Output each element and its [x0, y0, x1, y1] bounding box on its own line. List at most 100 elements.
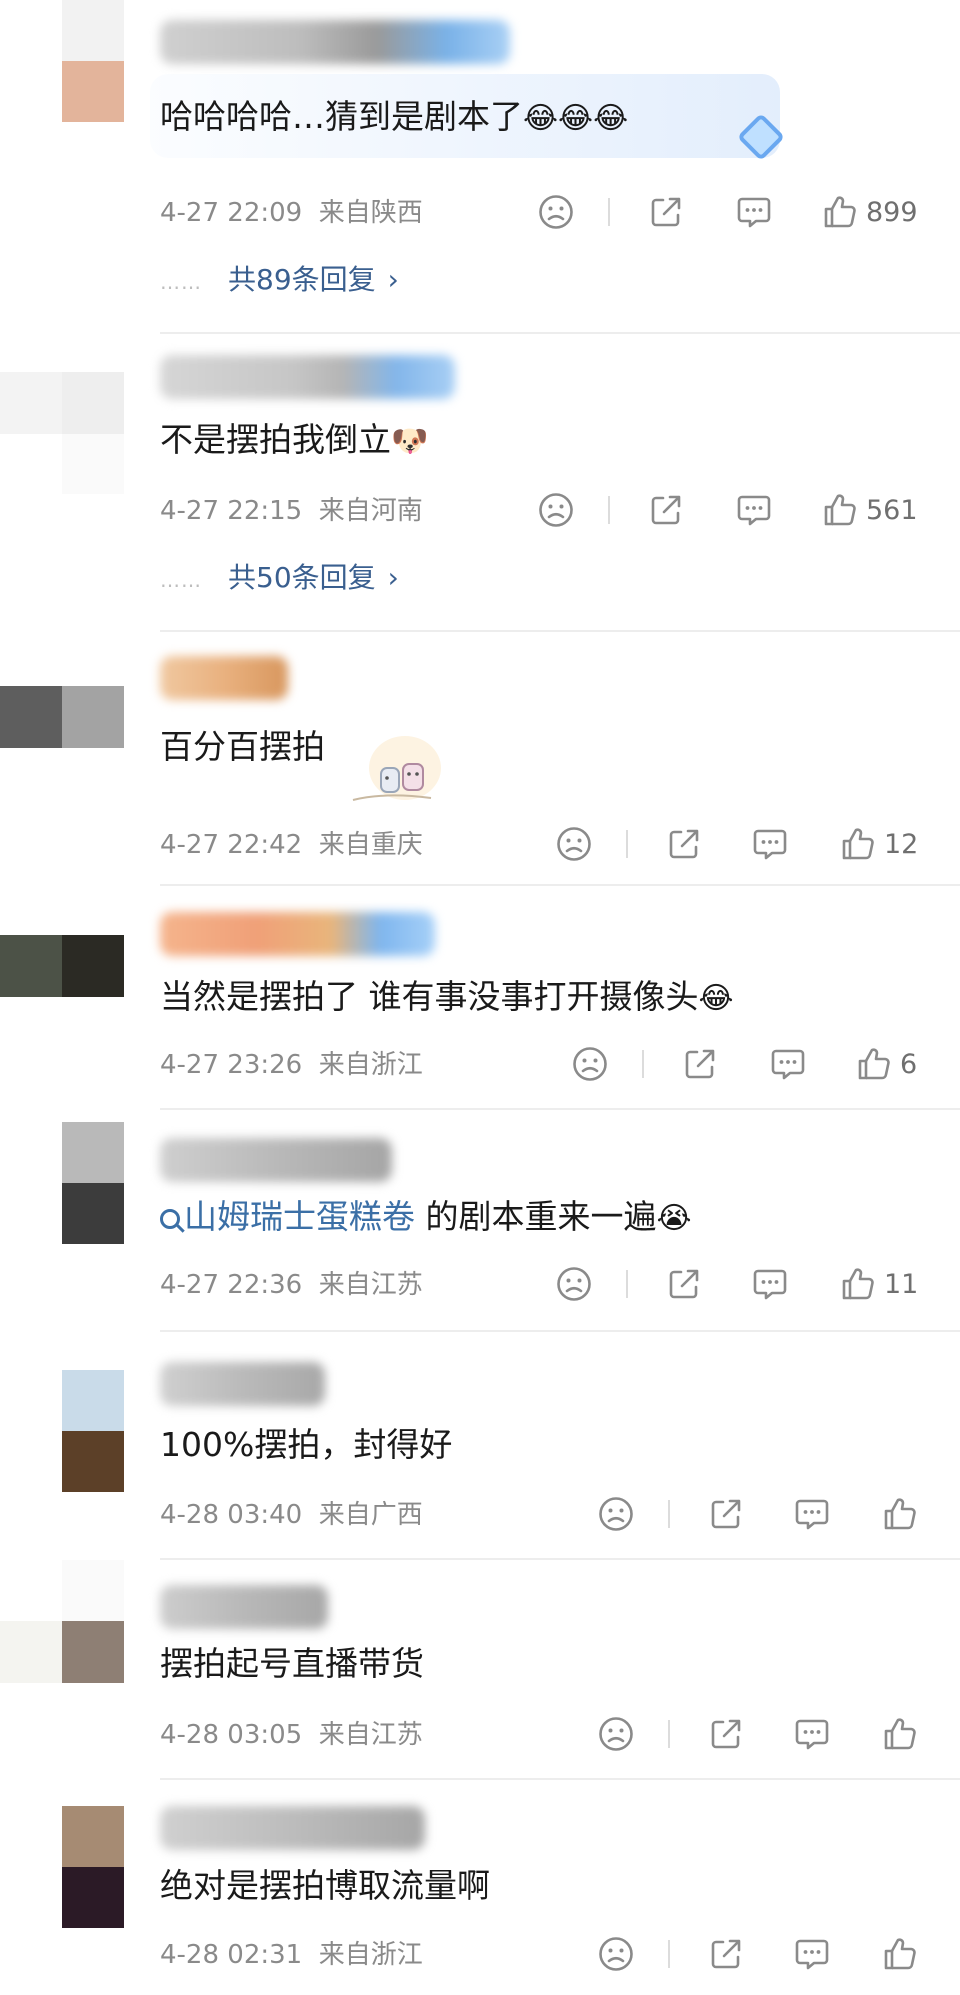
- comment-actions: 6: [0, 1044, 960, 1084]
- chevron-right-icon: ›: [387, 561, 399, 594]
- comment-bubble-icon: [736, 492, 772, 528]
- divider: [160, 630, 960, 632]
- comment-button[interactable]: [770, 1044, 806, 1084]
- username-blurred[interactable]: [160, 656, 288, 700]
- username-blurred[interactable]: [160, 912, 435, 956]
- replies-dots: ……: [160, 568, 202, 592]
- avatar[interactable]: [62, 1806, 124, 1928]
- username-blurred[interactable]: [160, 20, 510, 64]
- share-icon: [708, 1936, 744, 1972]
- crying-emoji: 😭: [656, 1201, 692, 1236]
- share-icon: [708, 1496, 744, 1532]
- thumbs-up-icon: [882, 1496, 918, 1532]
- like-button[interactable]: 899: [822, 192, 918, 232]
- share-button[interactable]: [666, 824, 702, 864]
- avatar[interactable]: [62, 1370, 124, 1492]
- comment-button[interactable]: [736, 192, 772, 232]
- action-divider: [668, 1940, 670, 1968]
- dislike-button[interactable]: [556, 824, 592, 864]
- share-icon: [666, 1266, 702, 1302]
- comment-bubble-icon: [752, 1266, 788, 1302]
- username-blurred[interactable]: [160, 1362, 325, 1406]
- replies-dots: ……: [160, 270, 202, 294]
- frown-face-icon: [538, 194, 574, 230]
- like-button[interactable]: [882, 1494, 926, 1534]
- action-divider: [668, 1500, 670, 1528]
- comment-text: 不是摆拍我倒立🐶: [160, 420, 429, 459]
- comment-actions: [0, 1494, 960, 1534]
- view-replies-link[interactable]: …… 共89条回复 ›: [160, 262, 399, 300]
- like-count: 11: [884, 1268, 919, 1300]
- like-button[interactable]: 6: [856, 1044, 917, 1084]
- thumbs-up-icon: [840, 1266, 876, 1302]
- username-blurred[interactable]: [160, 1806, 425, 1850]
- divider: [160, 884, 960, 886]
- comment-bubble-icon: [752, 826, 788, 862]
- doge-emoji: 🐶: [391, 424, 429, 459]
- frown-face-icon: [598, 1936, 634, 1972]
- dislike-button[interactable]: [538, 192, 574, 232]
- like-count: 561: [866, 494, 918, 526]
- share-button[interactable]: [648, 490, 684, 530]
- comment-button[interactable]: [752, 824, 788, 864]
- comment-bubble-icon: [736, 194, 772, 230]
- avatar[interactable]: [62, 1122, 124, 1244]
- frown-face-icon: [556, 1266, 592, 1302]
- comment-bubble-icon: [794, 1496, 830, 1532]
- username-blurred[interactable]: [160, 1585, 328, 1629]
- comment-actions: [0, 1934, 960, 1974]
- search-topic-link[interactable]: 山姆瑞士蛋糕卷: [160, 1197, 415, 1236]
- dislike-button[interactable]: [538, 490, 574, 530]
- comment-button[interactable]: [736, 490, 772, 530]
- avatar[interactable]: [62, 0, 124, 122]
- dislike-button[interactable]: [598, 1934, 634, 1974]
- action-divider: [668, 1720, 670, 1748]
- like-button[interactable]: [882, 1714, 926, 1754]
- like-button[interactable]: [882, 1934, 926, 1974]
- dislike-button[interactable]: [598, 1714, 634, 1754]
- share-button[interactable]: [708, 1714, 744, 1754]
- laughing-crying-emoji: 😂: [698, 981, 734, 1016]
- frown-face-icon: [598, 1496, 634, 1532]
- cartoon-sticker-icon: [352, 736, 441, 801]
- like-button[interactable]: 12: [840, 824, 918, 864]
- thumbs-up-icon: [822, 492, 858, 528]
- comment-button[interactable]: [752, 1264, 788, 1304]
- divider: [160, 1330, 960, 1332]
- share-button[interactable]: [648, 192, 684, 232]
- share-button[interactable]: [682, 1044, 718, 1084]
- search-icon: [160, 1209, 180, 1229]
- comment-text: 100%摆拍，封得好: [160, 1425, 453, 1464]
- divider: [160, 1778, 960, 1780]
- share-button[interactable]: [708, 1494, 744, 1534]
- comment-bubble-icon: [770, 1046, 806, 1082]
- avatar[interactable]: [0, 935, 124, 997]
- dislike-button[interactable]: [572, 1044, 608, 1084]
- action-divider: [626, 830, 628, 858]
- comment-actions: 899: [0, 192, 960, 232]
- frown-face-icon: [556, 826, 592, 862]
- avatar-fragment: [0, 372, 124, 434]
- share-button[interactable]: [666, 1264, 702, 1304]
- comment-actions: 11: [0, 1264, 960, 1304]
- share-button[interactable]: [708, 1934, 744, 1974]
- like-button[interactable]: 561: [822, 490, 918, 530]
- comment-button[interactable]: [794, 1494, 830, 1534]
- username-blurred[interactable]: [160, 355, 455, 399]
- comment-text: 当然是摆拍了 谁有事没事打开摄像头😂: [160, 977, 734, 1016]
- action-divider: [608, 198, 610, 226]
- thumbs-up-icon: [822, 194, 858, 230]
- avatar[interactable]: [0, 686, 124, 748]
- dislike-button[interactable]: [556, 1264, 592, 1304]
- username-blurred[interactable]: [160, 1138, 392, 1182]
- comment-text: 绝对是摆拍博取流量啊: [160, 1866, 490, 1905]
- like-count: 12: [884, 828, 919, 860]
- dislike-button[interactable]: [598, 1494, 634, 1534]
- like-button[interactable]: 11: [840, 1264, 918, 1304]
- comment-button[interactable]: [794, 1934, 830, 1974]
- share-icon: [682, 1046, 718, 1082]
- comment-actions: 561: [0, 490, 960, 530]
- comment-button[interactable]: [794, 1714, 830, 1754]
- view-replies-link[interactable]: …… 共50条回复 ›: [160, 560, 399, 598]
- comment-text: 百分百摆拍: [160, 727, 325, 766]
